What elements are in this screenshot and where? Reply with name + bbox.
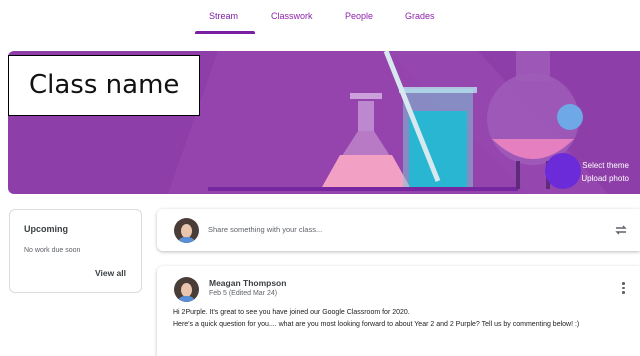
tab-stream[interactable]: Stream bbox=[209, 11, 238, 21]
class-name: Class name bbox=[29, 70, 180, 100]
post-date: Feb 5 (Edited Mar 24) bbox=[209, 290, 278, 297]
repost-icon[interactable] bbox=[614, 223, 628, 237]
post-line-1: Hi 2Purple. It's great to see you have j… bbox=[173, 309, 410, 316]
post-line-2: Here's a quick question for you.... what… bbox=[173, 320, 580, 328]
select-theme-link[interactable]: Select theme bbox=[582, 161, 629, 170]
tab-people[interactable]: People bbox=[345, 11, 373, 21]
author-avatar bbox=[174, 277, 199, 302]
post-body: Hi 2Purple. It's great to see you have j… bbox=[173, 307, 633, 330]
upcoming-card: Upcoming No work due soon View all bbox=[9, 209, 142, 293]
more-vert-icon[interactable] bbox=[622, 282, 626, 296]
post-card: Meagan Thompson Feb 5 (Edited Mar 24) Hi… bbox=[157, 266, 640, 356]
tab-bar: Stream Classwork People Grades bbox=[0, 0, 640, 34]
share-box[interactable]: Share something with your class... bbox=[157, 209, 640, 251]
tab-grades[interactable]: Grades bbox=[405, 11, 435, 21]
class-name-box: Class name bbox=[8, 55, 200, 116]
tab-classwork[interactable]: Classwork bbox=[271, 11, 313, 21]
view-all-link[interactable]: View all bbox=[95, 268, 126, 278]
avatar bbox=[174, 218, 199, 243]
post-author[interactable]: Meagan Thompson bbox=[209, 278, 286, 288]
upcoming-title: Upcoming bbox=[24, 224, 68, 234]
upload-photo-link[interactable]: Upload photo bbox=[581, 174, 629, 183]
upcoming-empty-text: No work due soon bbox=[24, 247, 81, 254]
active-tab-indicator bbox=[195, 31, 255, 34]
share-input[interactable]: Share something with your class... bbox=[208, 225, 322, 234]
